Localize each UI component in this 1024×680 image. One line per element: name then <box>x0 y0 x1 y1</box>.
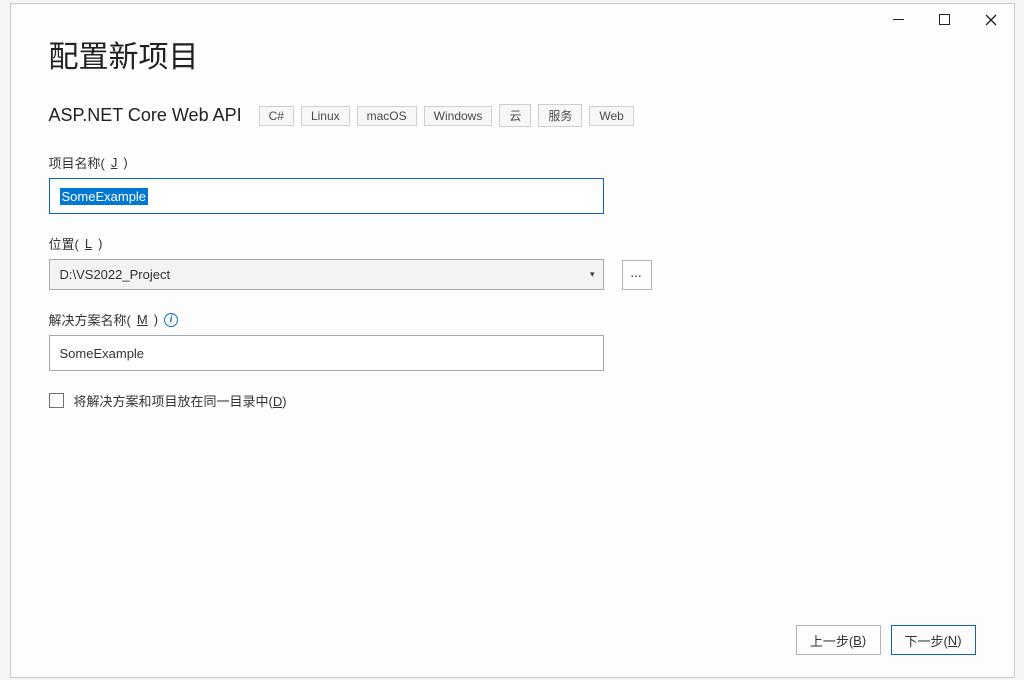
page-title: 配置新项目 <box>49 32 976 76</box>
tag-web: Web <box>589 106 633 126</box>
location-combo[interactable]: D:\VS2022_Project ▾ <box>49 259 604 290</box>
minimize-button[interactable] <box>876 4 922 35</box>
same-directory-label: 将解决方案和项目放在同一目录中(D) <box>74 391 287 410</box>
same-directory-checkbox[interactable] <box>49 393 64 408</box>
next-button[interactable]: 下一步(N) <box>891 625 976 655</box>
same-directory-row: 将解决方案和项目放在同一目录中(D) <box>49 391 976 410</box>
tag-cloud: 云 <box>499 104 531 127</box>
solution-name-label: 解决方案名称(M) i <box>49 310 976 329</box>
maximize-button[interactable] <box>922 4 968 35</box>
project-name-value: SomeExample <box>60 188 149 205</box>
tag-macos: macOS <box>357 106 417 126</box>
close-button[interactable] <box>968 4 1014 35</box>
footer-buttons: 上一步(B) 下一步(N) <box>796 625 976 655</box>
tag-service: 服务 <box>538 104 582 127</box>
tag-csharp: C# <box>259 106 294 126</box>
location-value: D:\VS2022_Project <box>60 267 171 282</box>
project-name-label: 项目名称(J) <box>49 153 976 172</box>
titlebar <box>11 4 1014 35</box>
info-icon[interactable]: i <box>164 313 178 327</box>
dialog-window: 配置新项目 ASP.NET Core Web API C# Linux macO… <box>10 3 1015 678</box>
dropdown-arrow-icon: ▾ <box>590 269 595 280</box>
solution-name-value: SomeExample <box>60 346 145 361</box>
tag-linux: Linux <box>301 106 350 126</box>
back-button[interactable]: 上一步(B) <box>796 625 881 655</box>
project-name-input[interactable]: SomeExample <box>49 178 604 214</box>
solution-name-input[interactable]: SomeExample <box>49 335 604 371</box>
project-type-row: ASP.NET Core Web API C# Linux macOS Wind… <box>49 104 976 127</box>
content-area: 配置新项目 ASP.NET Core Web API C# Linux macO… <box>11 32 1014 410</box>
tag-windows: Windows <box>424 106 493 126</box>
project-type-name: ASP.NET Core Web API <box>49 105 242 126</box>
location-label: 位置(L) <box>49 234 976 253</box>
browse-location-button[interactable]: ... <box>622 260 652 290</box>
